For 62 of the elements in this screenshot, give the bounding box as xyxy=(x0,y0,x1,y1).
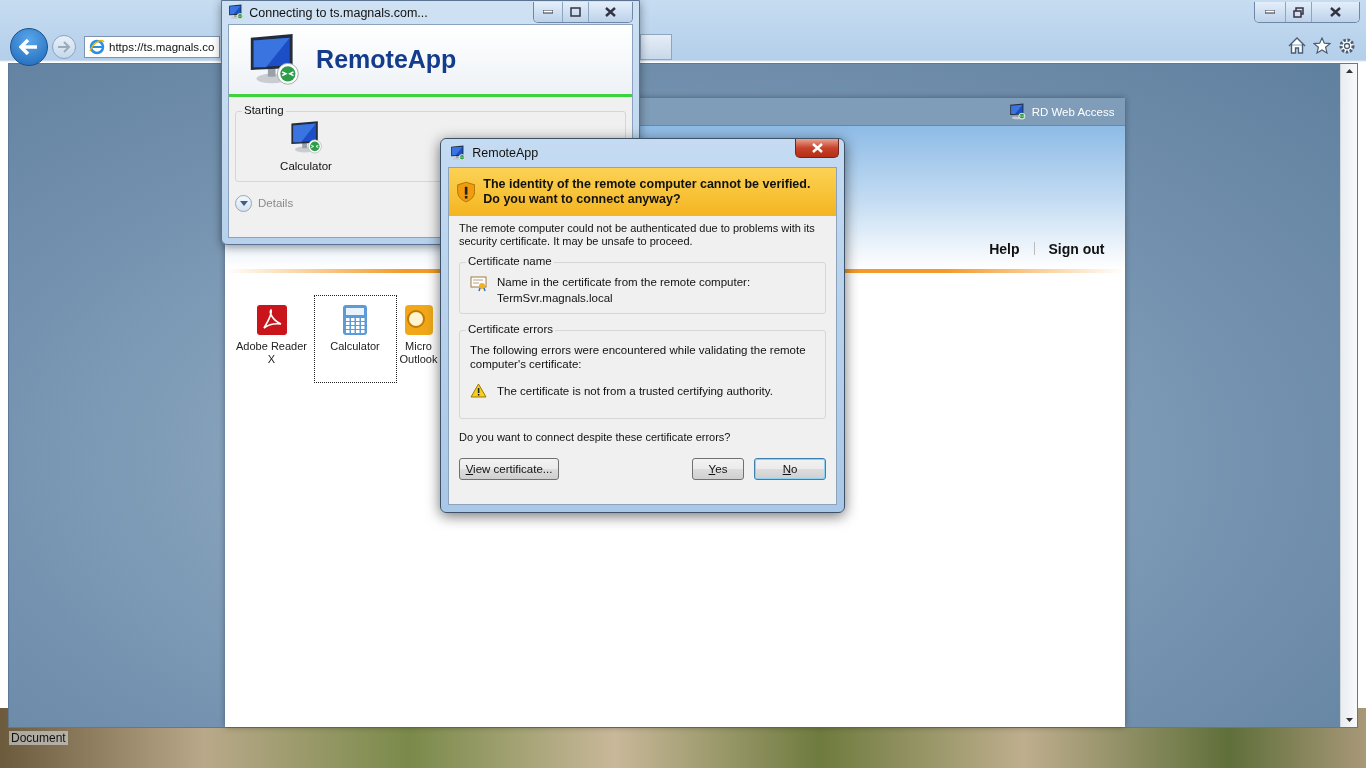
restore-icon xyxy=(1293,6,1304,18)
dialog-title: RemoteApp xyxy=(472,146,540,160)
app-label: Micro Outlook xyxy=(399,340,438,366)
browser-logo-icon xyxy=(89,38,105,55)
close-icon xyxy=(1330,7,1341,17)
errors-intro: The following errors were encountered while validating the remote computer's certificate: xyxy=(470,343,807,371)
message-text: The remote computer could not be authenticated due to problems with its security certificate. It may be unsafe to proceed. xyxy=(458,221,816,248)
minimize-icon xyxy=(543,10,553,14)
question-text: Do you want to connect despite these certificate errors? xyxy=(458,430,732,444)
close-icon xyxy=(605,7,616,17)
mail-icon xyxy=(403,304,434,336)
dialog-button[interactable]: No xyxy=(754,458,826,480)
pdf-icon xyxy=(255,304,288,336)
remote-desktop-icon xyxy=(450,144,467,162)
maximize-button[interactable] xyxy=(562,2,588,22)
warning-icon xyxy=(470,383,487,398)
chevron-icon xyxy=(239,200,248,206)
group-label: Certificate name xyxy=(466,255,554,267)
app-tile[interactable]: Micro Outlook xyxy=(398,295,439,383)
remote-desktop-icon xyxy=(228,4,245,21)
app-label: Adobe Reader X xyxy=(235,340,308,366)
app-tile[interactable]: Calculator xyxy=(313,295,397,383)
minimize-icon xyxy=(1265,10,1275,14)
home-icon[interactable] xyxy=(1288,37,1306,54)
dialog-button[interactable]: View certificate... xyxy=(459,458,559,480)
app-label: Calculator xyxy=(330,340,380,353)
remote-desktop-icon xyxy=(288,120,324,155)
certificate-name: TermSvr.magnals.local xyxy=(497,291,614,305)
minimize-button[interactable] xyxy=(534,2,562,22)
star-icon[interactable] xyxy=(1313,37,1331,54)
address-field[interactable]: https://ts.magnals.co xyxy=(84,35,220,58)
certificate-label: Name in the certificate from the remote computer: xyxy=(497,275,751,289)
window-title: Connecting to ts.magnals.com... xyxy=(249,5,429,20)
warning-text: The identity of the remote computer cannot be verified. Do you want to connect anyway? xyxy=(483,177,812,207)
scrollbar[interactable] xyxy=(1340,64,1357,727)
restore-button[interactable] xyxy=(1285,2,1311,22)
arrow-icon xyxy=(19,38,39,55)
panel-title: RD Web Access xyxy=(1031,105,1115,118)
expand-button[interactable] xyxy=(235,194,252,212)
app-heading: RemoteApp xyxy=(316,45,457,74)
certificate-icon xyxy=(470,275,487,292)
close-button[interactable] xyxy=(588,2,632,22)
program-name: Calculator xyxy=(280,158,332,173)
group-label: Certificate errors xyxy=(466,323,555,335)
close-button[interactable] xyxy=(1311,2,1359,22)
remote-desktop-icon xyxy=(1009,102,1027,121)
error-text: The certificate is not from a trusted certifying authority. xyxy=(497,383,773,398)
details-label: Details xyxy=(258,197,294,210)
dialog-button[interactable]: Yes xyxy=(692,458,744,480)
status-text: Document xyxy=(9,731,68,745)
nav-link[interactable]: Sign out xyxy=(1048,241,1105,257)
calculator-icon xyxy=(342,304,368,336)
maximize-icon xyxy=(570,7,581,17)
nav-link[interactable]: Help xyxy=(989,241,1020,257)
back-button[interactable] xyxy=(10,27,48,66)
close-button[interactable] xyxy=(795,139,839,158)
arrow-icon xyxy=(57,40,71,53)
settings-icon[interactable] xyxy=(1338,37,1356,55)
close-icon xyxy=(811,143,823,153)
app-tile[interactable]: Adobe Reader X xyxy=(231,295,312,383)
tab-button[interactable] xyxy=(640,33,672,60)
group-label: Starting xyxy=(242,104,286,116)
